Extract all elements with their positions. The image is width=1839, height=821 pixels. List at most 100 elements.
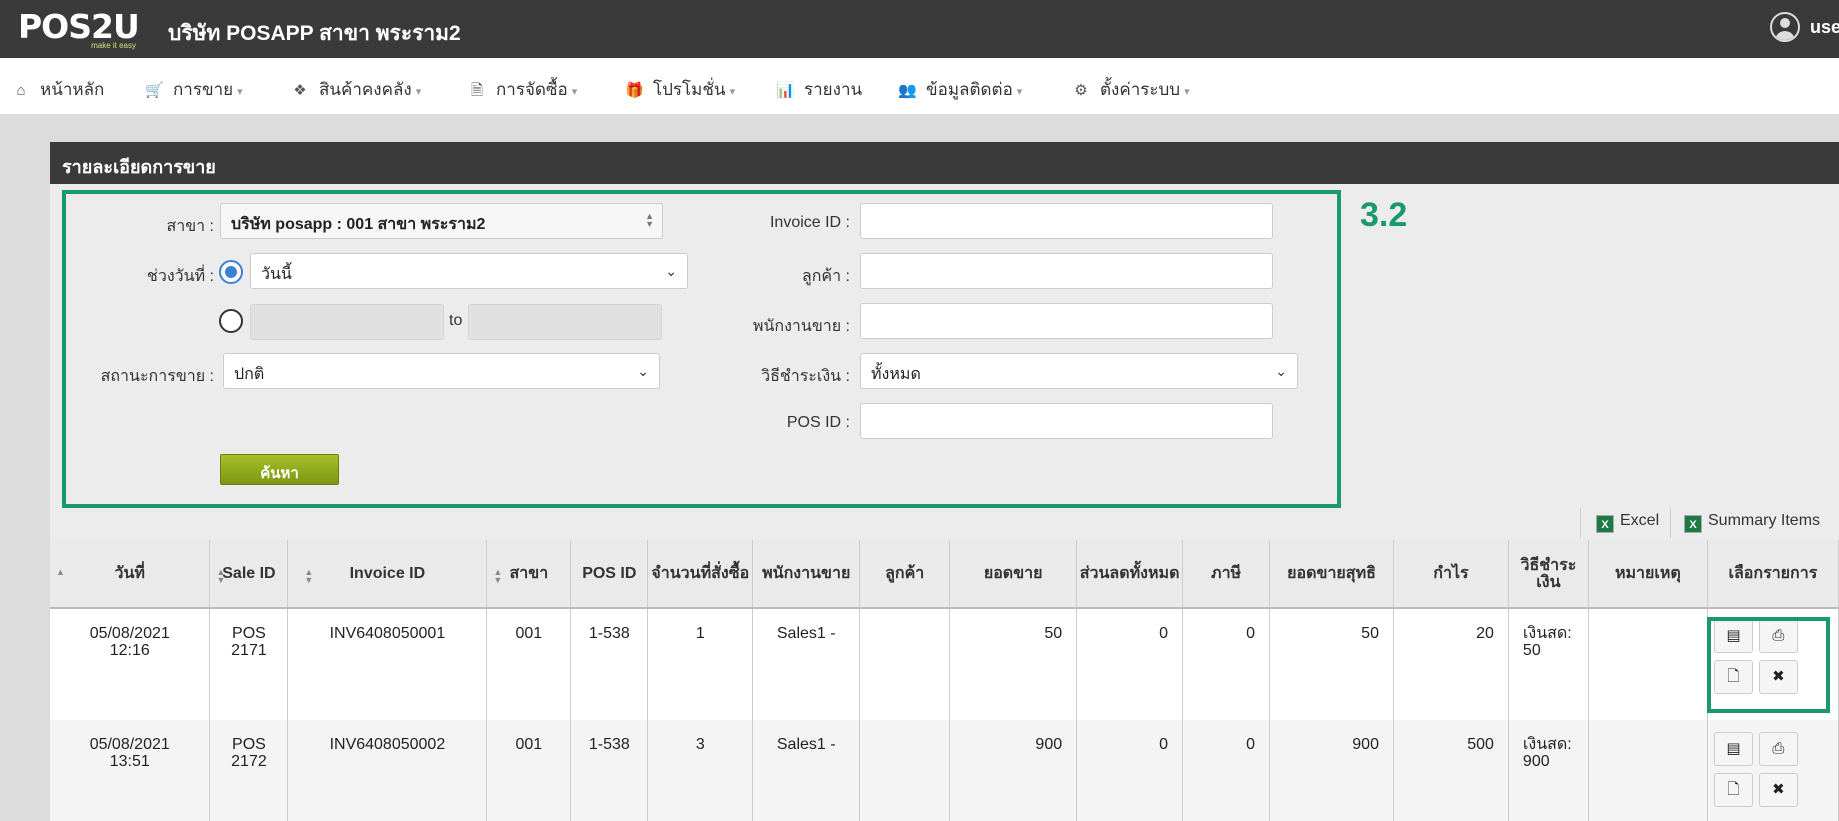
col-actions-label: เลือกรายการ <box>1728 565 1818 582</box>
nav-contacts[interactable]: 👥 ข้อมูลติดต่อ ▾ <box>898 76 1022 103</box>
salesperson-input[interactable] <box>860 303 1273 339</box>
chevron-down-icon: ▾ <box>1184 86 1190 98</box>
branch-select-value: บริษัท posapp : 001 สาขา พระราม2 <box>231 216 486 233</box>
nav-settings[interactable]: ⚙ ตั้งค่าระบบ ▾ <box>1072 76 1190 103</box>
main-nav: ⌂ หน้าหลัก 🛒 การขาย ▾ ❖ สินค้าคงคลัง ▾ 🗎 การจั… <box>0 58 1839 115</box>
col-invoice-id[interactable]: ▲ ▼ Invoice ID <box>287 540 488 609</box>
date-custom-radio[interactable] <box>219 309 243 333</box>
cancel-sale-button[interactable]: ✖ <box>1758 773 1798 807</box>
col-discount: ส่วนลดทั้งหมด <box>1076 540 1184 609</box>
cell-date-value: 05/08/2021 <box>89 625 170 642</box>
cell-payment-method: เงินสด: <box>1522 625 1572 642</box>
excel-label: Excel <box>1620 512 1660 529</box>
cell-seller: Sales1 - <box>752 608 861 720</box>
date-preset-select[interactable]: วันนี้ ⌄ <box>250 253 688 289</box>
cell-actions: ▤ ⎙ 🗋 ✖ <box>1707 720 1839 821</box>
user-avatar-icon <box>1770 12 1800 42</box>
nav-purchasing[interactable]: 🗎 การจัดซื้อ ▾ <box>468 76 577 105</box>
date-from-input[interactable] <box>250 304 444 340</box>
nav-home[interactable]: ⌂ หน้าหลัก <box>12 76 104 103</box>
close-icon: ✖ <box>1772 781 1785 798</box>
sort-icon: ▲ ▼ <box>216 567 226 585</box>
logo-text: POS2U <box>18 7 140 46</box>
status-select[interactable]: ปกติ ⌄ <box>223 353 660 389</box>
print-button[interactable]: ⎙ <box>1758 732 1798 766</box>
col-net: ยอดขายสุทธิ <box>1269 540 1394 609</box>
nav-inventory[interactable]: ❖ สินค้าคงคลัง ▾ <box>291 76 421 103</box>
panel-title: รายละเอียดการขาย <box>50 142 1839 184</box>
cart-icon: 🛒 <box>145 82 164 99</box>
chevron-down-icon: ▾ <box>237 86 243 98</box>
payment-label: วิธีชำระเงิน : <box>761 368 850 385</box>
nav-reports[interactable]: 📊 รายงาน <box>776 76 862 103</box>
cell-discount: 0 <box>1076 720 1184 821</box>
cell-qty: 3 <box>647 720 754 821</box>
file-icon: 🗎 <box>470 82 484 99</box>
cell-time-value: 13:51 <box>109 753 150 770</box>
customer-input[interactable] <box>860 253 1273 289</box>
cell-date-value: 05/08/2021 <box>89 736 170 753</box>
date-preset-radio[interactable] <box>219 260 243 284</box>
chevron-down-icon: ⌄ <box>1275 363 1287 379</box>
branch-label: สาขา : <box>166 218 214 235</box>
col-pos-id-label: POS ID <box>582 565 637 582</box>
col-qty: จำนวนที่สั่งซื้อ <box>647 540 754 609</box>
nav-purchasing-label: การจัดซื้อ <box>496 80 568 99</box>
cell-payment-amount: 50 <box>1522 642 1541 659</box>
company-title: บริษัท POSAPP สาขา พระราม2 <box>168 22 461 45</box>
document-button[interactable]: 🗋 <box>1713 773 1753 807</box>
date-to-input[interactable] <box>468 304 662 340</box>
chevron-down-icon: ▾ <box>729 86 736 98</box>
cell-profit: 500 <box>1393 720 1509 821</box>
table-header-row: ▲ วันที่ ▲ ▼ Sale ID ▲ ▼ Invoice ID ▲ ▼ สาขา PO… <box>50 540 1839 609</box>
cell-sale-number: 2171 <box>231 642 267 659</box>
summary-items-button[interactable]: X Summary Items <box>1684 512 1820 533</box>
col-branch[interactable]: ▲ ▼ สาขา <box>486 540 572 609</box>
cell-sale-id: POS 2172 <box>209 720 289 821</box>
col-net-label: ยอดขายสุทธิ <box>1287 565 1376 582</box>
cell-qty: 1 <box>647 608 754 720</box>
cell-branch: 001 <box>486 608 572 720</box>
nav-promotions[interactable]: 🎁 โปรโมชั่น ▾ <box>625 76 735 103</box>
pos-input[interactable] <box>860 403 1273 439</box>
payment-select-value: ทั้งหมด <box>871 366 921 383</box>
search-button[interactable]: ค้นหา <box>220 454 339 485</box>
users-icon: 👥 <box>898 82 917 99</box>
payment-select[interactable]: ทั้งหมด ⌄ <box>860 353 1298 389</box>
excel-icon: X <box>1684 515 1702 533</box>
pos2u-logo[interactable]: POS2U make it easy <box>18 7 142 51</box>
excel-button[interactable]: X Excel <box>1596 512 1659 533</box>
cell-date: 05/08/2021 13:51 <box>50 720 211 821</box>
col-actions: เลือกรายการ <box>1707 540 1839 609</box>
cell-payment-amount: 900 <box>1522 753 1550 770</box>
nav-sales[interactable]: 🛒 การขาย ▾ <box>145 76 243 103</box>
view-detail-button[interactable]: ▤ <box>1713 732 1753 766</box>
col-seller-label: พนักงานขาย <box>762 565 851 582</box>
col-customer-label: ลูกค้า <box>885 565 925 582</box>
cell-payment-method: เงินสด: <box>1522 736 1572 753</box>
invoice-input[interactable] <box>860 203 1273 239</box>
sort-icon: ▲ ▼ <box>493 567 503 585</box>
sales-table: ▲ วันที่ ▲ ▼ Sale ID ▲ ▼ Invoice ID ▲ ▼ สาขา PO… <box>50 540 1839 821</box>
cell-sale-id: POS 2171 <box>209 608 289 720</box>
sort-up-icon: ▲ <box>56 567 65 577</box>
cell-note <box>1588 608 1708 720</box>
cell-note <box>1588 720 1708 821</box>
date-range-label: ช่วงวันที่ : <box>146 268 214 285</box>
chevron-down-icon: ▾ <box>415 86 422 98</box>
cell-invoice: INV6408050002 <box>287 720 488 821</box>
nav-reports-label: รายงาน <box>804 80 863 99</box>
bar-chart-icon: 📊 <box>776 82 795 99</box>
cubes-icon: ❖ <box>293 82 307 99</box>
step-callout: 3.2 <box>1360 196 1408 234</box>
col-sales-label: ยอดขาย <box>983 565 1043 582</box>
list-icon: ▤ <box>1726 740 1741 757</box>
branch-select[interactable]: บริษัท posapp : 001 สาขา พระราม2 ▲ ▼ <box>220 203 663 239</box>
nav-settings-label: ตั้งค่าระบบ <box>1100 80 1181 99</box>
col-sale-id[interactable]: ▲ ▼ Sale ID <box>209 540 289 609</box>
col-date[interactable]: ▲ วันที่ <box>50 540 211 609</box>
cell-sales: 50 <box>949 608 1078 720</box>
col-payment: วิธีชำระเงิน <box>1508 540 1589 609</box>
cell-customer <box>859 608 951 720</box>
cell-profit: 20 <box>1393 608 1509 720</box>
